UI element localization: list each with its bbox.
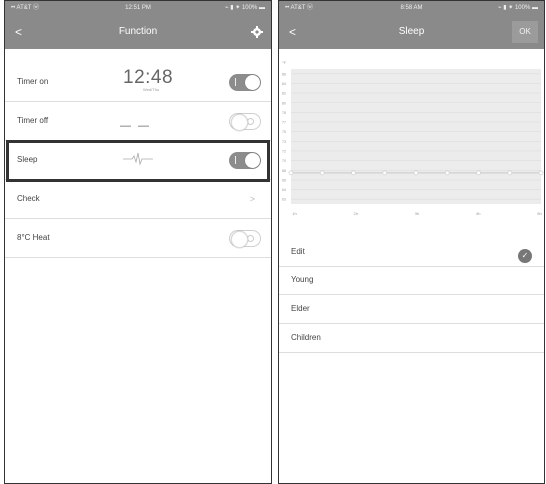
option-young[interactable]: Young [279,266,544,295]
back-button[interactable]: < [15,15,29,49]
data-point [507,170,513,176]
y-tick-label: 75 [282,130,286,134]
chart-plot-area [291,69,541,204]
sleep-toggle[interactable] [229,152,261,169]
option-elder[interactable]: Elder [279,295,544,324]
check-row[interactable]: Check > [5,180,271,219]
gear-icon[interactable] [251,26,263,38]
y-tick-label: 72 [282,149,286,153]
sleep-row[interactable]: Sleep [5,141,271,180]
checkmark-icon: ✓ [518,249,532,263]
status-bar: •• AT&T ⓦ 8:58 AM ⌁ ▮ ⁕ 100% ▬ [279,1,544,15]
data-point [413,170,419,176]
y-tick-label: 77 [282,121,286,125]
data-point [476,170,481,176]
page-title: Function [118,26,158,37]
data-point [351,170,356,176]
y-tick-label: 86 [282,72,286,76]
y-tick-label: 63 [282,198,286,202]
x-tick-label: 5h [537,211,541,216]
nav-bar: < Function [5,15,271,49]
timer-off-time[interactable]: — — [120,120,151,132]
sleep-wave-icon [123,152,153,166]
y-tick-label: 64 [282,188,286,192]
option-children-label: Children [291,333,321,342]
check-label: Check [17,194,40,203]
data-point [288,170,294,176]
y-axis-label: °F [282,60,287,65]
heat-toggle[interactable] [229,230,261,248]
y-tick-label: 84 [282,82,286,86]
timer-on-row: Timer on 12:48 Wed/Thu [5,63,271,102]
status-bar: •• AT&T ⓦ 12:51 PM ⌁ ▮ ⁕ 100% ▬ [5,1,271,15]
chevron-right-icon: > [249,194,255,204]
battery-indicator: ⌁ ▮ ⁕ 100% ▬ [498,5,538,11]
timer-on-label: Timer on [17,77,49,86]
back-button[interactable]: < [289,15,303,49]
data-point [538,170,544,176]
option-edit[interactable]: Edit ✓ [279,237,544,267]
option-elder-label: Elder [291,304,310,313]
timer-on-time[interactable]: 12:48 [123,67,173,89]
y-tick-label: 80 [282,101,286,105]
y-tick-label: 66 [282,178,286,182]
x-tick-label: 1h [292,211,296,216]
option-children[interactable]: Children [279,324,544,353]
option-edit-label: Edit [291,247,305,256]
y-tick-label: 73 [282,140,286,144]
option-young-label: Young [291,275,314,284]
data-point [382,170,388,176]
x-tick-label: 4h [476,211,480,216]
timer-on-toggle[interactable] [229,74,261,91]
nav-bar: < Sleep OK [279,15,544,49]
y-tick-label: 70 [282,159,286,163]
y-tick-label: 82 [282,92,286,96]
data-point [444,170,450,176]
x-tick-label: 3h [415,211,419,216]
heat-row: 8°C Heat [5,219,271,258]
timer-off-label: Timer off [17,116,49,125]
battery-indicator: ⌁ ▮ ⁕ 100% ▬ [225,5,265,11]
x-tick-label: 2h [353,211,357,216]
heat-label: 8°C Heat [17,233,50,242]
timer-on-date: Wed/Thu [143,87,160,92]
function-screen: •• AT&T ⓦ 12:51 PM ⌁ ▮ ⁕ 100% ▬ < Functi… [4,0,272,484]
sleep-curve-chart[interactable]: 86 84 82 80 78 77 75 73 72 70 68 66 64 63 °F 1h 2h 3h 4h 5h [279,49,545,221]
timer-off-row: Timer off — — [5,102,271,141]
page-title: Sleep [398,26,425,37]
sleep-label: Sleep [17,155,38,164]
chart-svg[interactable]: 86 84 82 80 78 77 75 73 72 70 68 66 64 63 °F 1h 2h 3h 4h 5h [279,49,545,221]
y-tick-label: 78 [282,111,286,115]
y-tick-label: 68 [282,169,286,173]
data-point [319,170,325,176]
sleep-screen: •• AT&T ⓦ 8:58 AM ⌁ ▮ ⁕ 100% ▬ < Sleep O… [278,0,545,484]
timer-off-toggle[interactable] [229,113,261,131]
ok-button[interactable]: OK [512,21,538,43]
